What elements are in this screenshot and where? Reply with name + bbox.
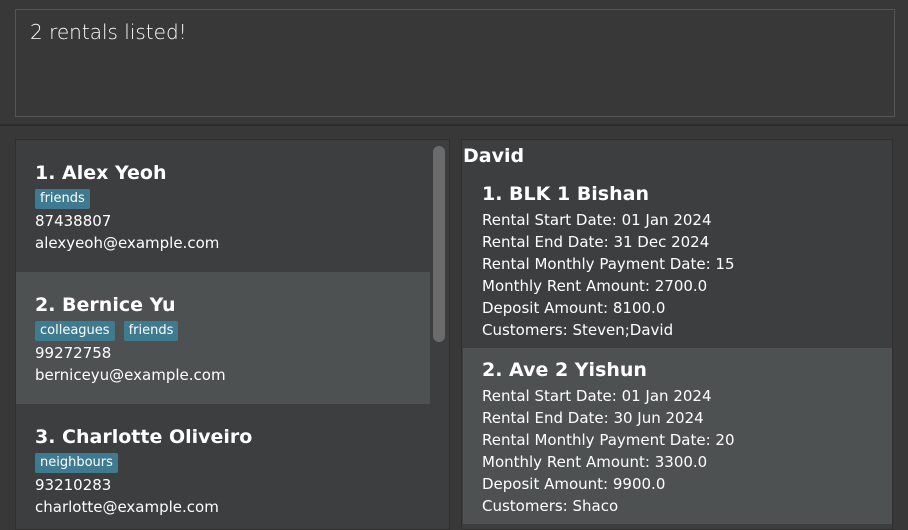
person-name: 2. Bernice Yu [35, 294, 176, 316]
scrollbar-thumb[interactable] [433, 146, 445, 342]
person-name: 1. Alex Yeoh [35, 162, 167, 184]
rental-payment-date: Rental Monthly Payment Date: 20 [482, 431, 735, 449]
tag: neighbours [35, 453, 118, 473]
tag-list: friends [35, 189, 90, 209]
rental-start-date: Rental Start Date: 01 Jan 2024 [482, 387, 712, 405]
rental-address: 1. BLK 1 Bishan [482, 183, 649, 205]
rental-detail-panel: David 1. BLK 1 Bishan Rental Start Date:… [461, 139, 893, 530]
rental-customers: Customers: Steven;David [482, 321, 674, 339]
tag-list: neighbours [35, 453, 118, 473]
tag: friends [123, 321, 179, 341]
rental-payment-date: Rental Monthly Payment Date: 15 [482, 255, 735, 273]
rental-start-date: Rental Start Date: 01 Jan 2024 [482, 211, 712, 229]
rental-address: 2. Ave 2 Yishun [482, 359, 647, 381]
tag-list: colleagues friends [35, 321, 179, 341]
person-card[interactable]: 3. Charlotte Oliveiro neighbours 9321028… [16, 404, 430, 529]
rental-card[interactable]: 1. BLK 1 Bishan Rental Start Date: 01 Ja… [463, 172, 892, 348]
person-email: charlotte@example.com [35, 498, 219, 516]
rental-rent-amount: Monthly Rent Amount: 3300.0 [482, 453, 708, 471]
rental-rent-amount: Monthly Rent Amount: 2700.0 [482, 277, 708, 295]
rental-end-date: Rental End Date: 30 Jun 2024 [482, 409, 704, 427]
selected-person-name: David [463, 145, 525, 167]
person-email: alexyeoh@example.com [35, 234, 220, 252]
person-card[interactable]: 1. Alex Yeoh friends 87438807 alexyeoh@e… [16, 140, 430, 272]
person-card[interactable]: 2. Bernice Yu colleagues friends 9927275… [16, 272, 430, 404]
result-display-area: 2 rentals listed! [0, 0, 908, 126]
person-name: 3. Charlotte Oliveiro [35, 426, 253, 448]
person-list-panel[interactable]: 1. Alex Yeoh friends 87438807 alexyeoh@e… [15, 139, 450, 530]
rental-card[interactable]: 2. Ave 2 Yishun Rental Start Date: 01 Ja… [463, 348, 892, 524]
person-phone: 99272758 [35, 344, 112, 362]
rental-deposit-amount: Deposit Amount: 8100.0 [482, 299, 666, 317]
person-phone: 93210283 [35, 476, 112, 494]
rental-deposit-amount: Deposit Amount: 9900.0 [482, 475, 666, 493]
person-email: berniceyu@example.com [35, 366, 226, 384]
result-message: 2 rentals listed! [30, 20, 187, 44]
person-phone: 87438807 [35, 212, 112, 230]
rental-customers: Customers: Shaco [482, 497, 619, 515]
tag: friends [35, 189, 90, 209]
rental-end-date: Rental End Date: 31 Dec 2024 [482, 233, 710, 251]
tag: colleagues [35, 321, 115, 341]
result-display-box: 2 rentals listed! [15, 9, 895, 117]
